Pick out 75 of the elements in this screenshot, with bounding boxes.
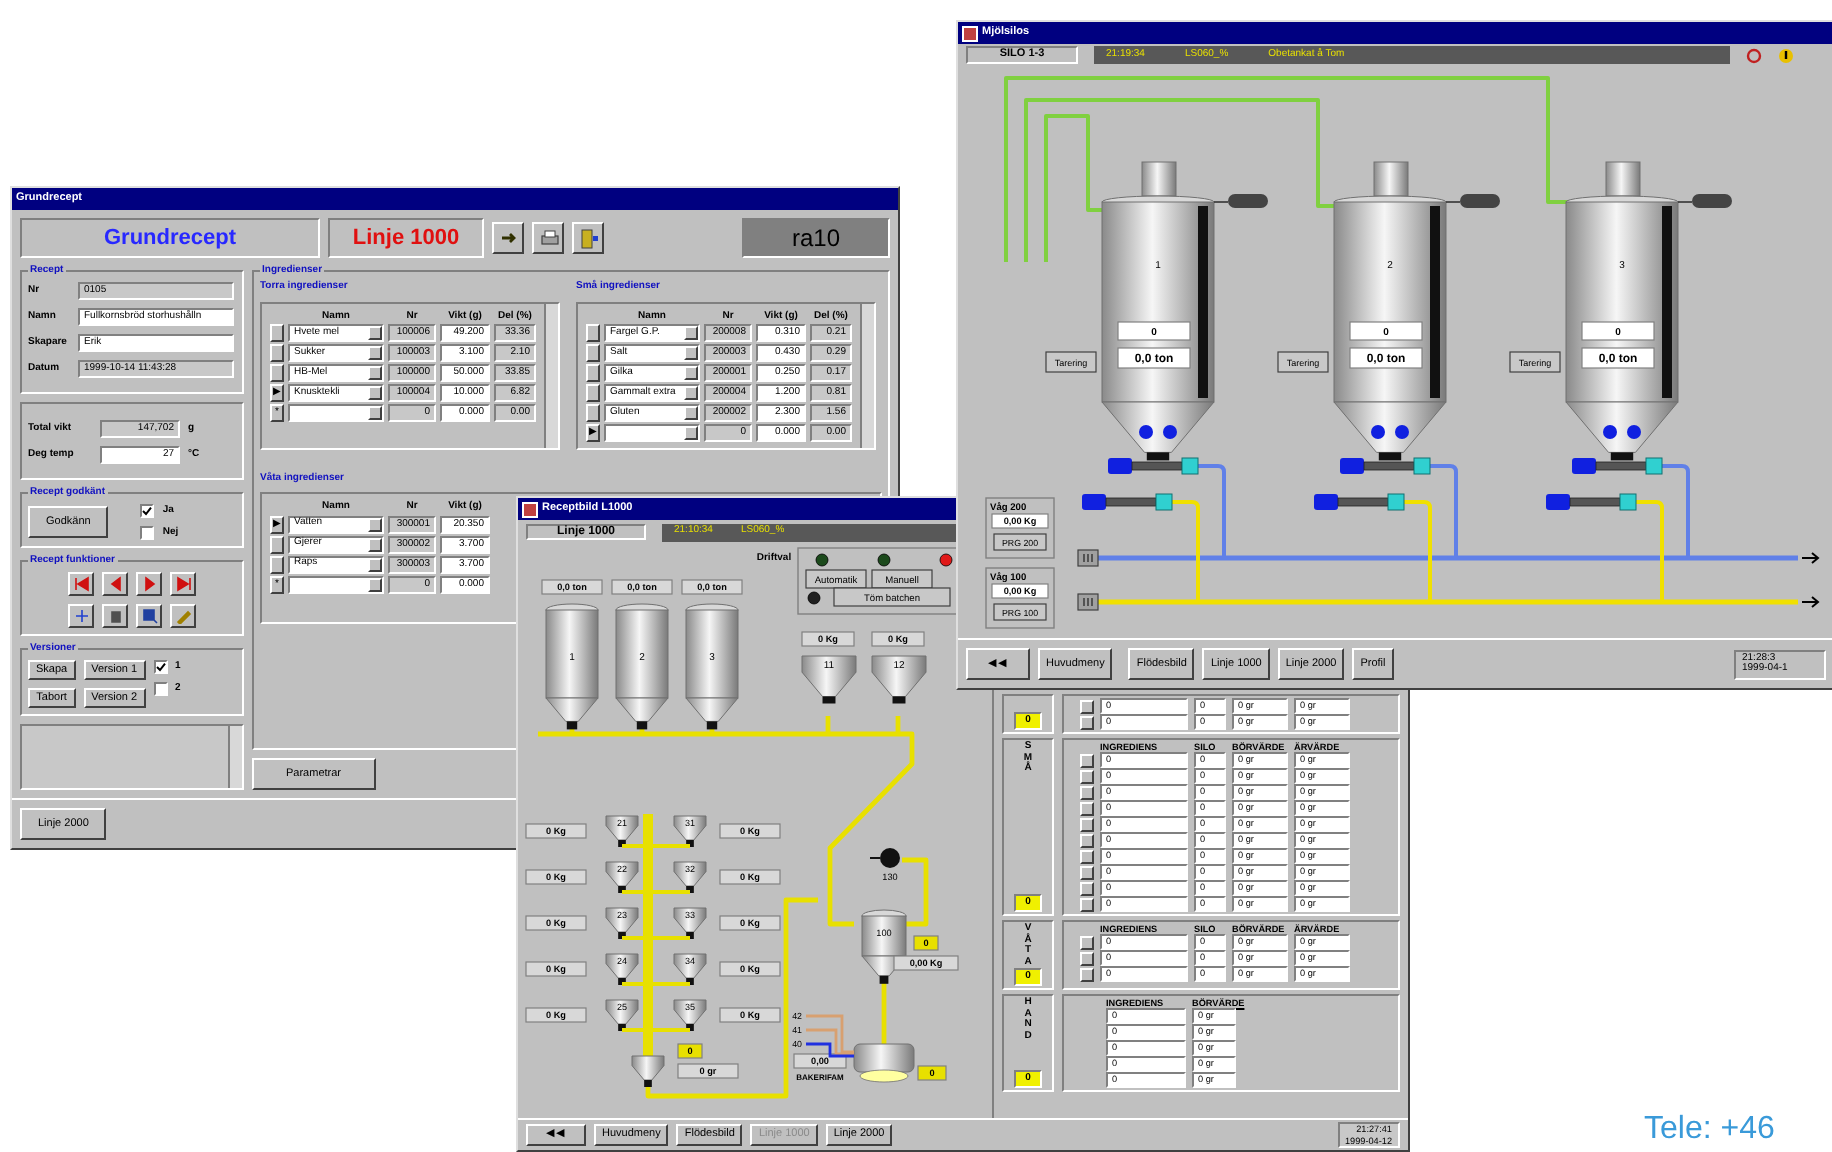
small-hopper xyxy=(673,815,707,847)
scrollbar[interactable] xyxy=(860,303,874,447)
app-icon xyxy=(522,501,538,517)
hopper xyxy=(801,655,857,704)
valve-icon xyxy=(1139,425,1177,439)
small-hopper xyxy=(605,815,639,847)
valve-icon xyxy=(1371,425,1409,439)
heading-box: Grundrecept xyxy=(20,218,320,258)
small-hopper xyxy=(631,1055,665,1087)
plus-icon xyxy=(73,608,89,624)
triangle-right-icon xyxy=(141,576,157,592)
tag-icon xyxy=(1213,194,1268,208)
function-button[interactable] xyxy=(136,604,162,628)
screw-conveyor xyxy=(1108,457,1199,475)
screw-conveyor xyxy=(1340,457,1431,475)
toolbar-button[interactable] xyxy=(532,222,564,254)
triangle-left-icon xyxy=(107,576,123,592)
checkbox[interactable] xyxy=(153,682,168,696)
function-button[interactable] xyxy=(170,604,196,628)
function-button[interactable] xyxy=(136,572,162,596)
small-hopper xyxy=(673,953,707,985)
code-box: ra10 xyxy=(742,218,890,258)
checkbox[interactable] xyxy=(140,504,155,518)
refresh-icon xyxy=(1746,47,1762,63)
door-icon xyxy=(577,227,599,249)
scale-hopper xyxy=(861,909,907,984)
warning-icon xyxy=(1778,47,1794,63)
silo-cap xyxy=(1373,161,1409,197)
pipe xyxy=(881,980,887,1044)
inlet-icon xyxy=(1077,549,1099,567)
small-hopper xyxy=(605,861,639,893)
ingredient-dropdown[interactable] xyxy=(604,424,700,442)
checkbox[interactable] xyxy=(153,660,168,674)
screw-conveyor xyxy=(1572,457,1663,475)
checkbox[interactable] xyxy=(140,526,155,540)
scrollbar[interactable] xyxy=(544,303,558,447)
silo xyxy=(545,603,599,730)
small-hopper xyxy=(673,861,707,893)
skip-forward-icon xyxy=(175,576,191,592)
memo-field[interactable] xyxy=(20,724,244,790)
skip-back-icon xyxy=(73,576,89,592)
silo-cap xyxy=(1605,161,1641,197)
function-button[interactable] xyxy=(68,572,94,596)
pump xyxy=(869,848,900,868)
ingredient-dropdown[interactable] xyxy=(288,575,384,593)
inlet-icon xyxy=(1077,593,1099,611)
tag-icon xyxy=(1445,194,1500,208)
small-hopper xyxy=(673,999,707,1031)
toolbar-button[interactable] xyxy=(572,222,604,254)
function-button[interactable] xyxy=(68,604,94,628)
contact-text: Tele: +46 xyxy=(1644,1110,1775,1150)
silo xyxy=(615,603,669,730)
silo xyxy=(685,603,739,730)
pencil-icon xyxy=(175,608,191,624)
magnifier-icon xyxy=(141,608,157,624)
app-icon xyxy=(962,25,978,41)
ingredient-dropdown[interactable] xyxy=(288,404,384,422)
screw-conveyor xyxy=(1546,493,1637,511)
scrollbar[interactable] xyxy=(228,726,242,788)
function-button[interactable] xyxy=(102,604,128,628)
small-hopper xyxy=(605,953,639,985)
hopper xyxy=(871,655,927,704)
small-hopper xyxy=(673,907,707,939)
small-hopper xyxy=(605,999,639,1031)
tag-icon xyxy=(1677,194,1732,208)
mixer xyxy=(853,1043,915,1083)
small-hopper xyxy=(605,907,639,939)
toolbar-button[interactable] xyxy=(492,222,524,254)
function-button[interactable] xyxy=(102,572,128,596)
printer-icon xyxy=(537,227,559,249)
valve-icon xyxy=(1603,425,1641,439)
function-button[interactable] xyxy=(170,572,196,596)
screw-conveyor xyxy=(1082,493,1173,511)
silo-cap xyxy=(1141,161,1177,197)
screw-conveyor xyxy=(1314,493,1405,511)
